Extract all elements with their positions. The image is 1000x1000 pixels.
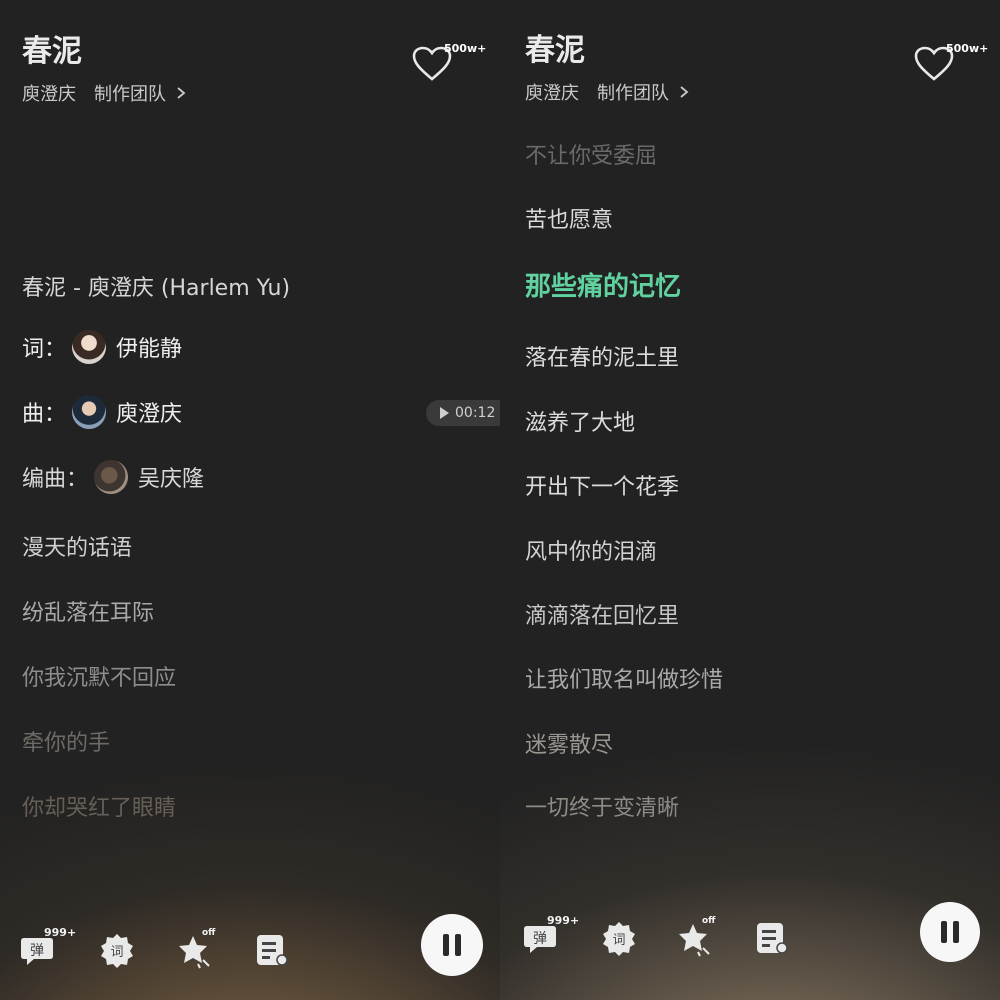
credit-name: 庾澄庆 [116, 402, 183, 427]
lyric-line[interactable]: 纷乱落在耳际 [22, 595, 154, 627]
effect-button[interactable]: off [176, 928, 216, 972]
arranger-credit[interactable]: 编曲： 吴庆隆 [22, 460, 204, 494]
composer-credit[interactable]: 曲： 庾澄庆 [22, 395, 182, 429]
seek-time-badge[interactable]: 00:12 [426, 400, 500, 426]
effect-state: off [202, 928, 216, 938]
lyric-line[interactable]: 牵你的手 [22, 725, 110, 757]
song-title: 春泥 [22, 34, 82, 69]
danmu-label: 弹 [30, 943, 44, 959]
play-icon [440, 407, 449, 419]
pause-button[interactable] [920, 902, 980, 962]
credit-label: 曲： [22, 402, 67, 427]
credit-label: 词： [22, 337, 67, 362]
lyric-style-button[interactable]: 词 [600, 920, 640, 960]
playlist-icon [257, 935, 288, 966]
playlist-icon [757, 923, 788, 954]
song-title: 春泥 [525, 33, 585, 68]
team-link[interactable]: 制作团队 [597, 79, 669, 105]
like-button[interactable]: 500w+ [412, 40, 492, 84]
lyric-line[interactable]: 落在春的泥土里 [525, 340, 679, 372]
lyric-line[interactable]: 让我们取名叫做珍惜 [525, 662, 723, 694]
lyric-line[interactable]: 滋养了大地 [525, 405, 635, 437]
lyrics-panel-left: 春泥 庾澄庆 制作团队 500w+ 春泥 - 庾澄庆 (Harlem Yu) 词… [0, 0, 500, 1000]
pause-icon [455, 934, 461, 956]
playlist-button[interactable] [754, 920, 794, 960]
like-count: 500w+ [946, 42, 989, 55]
playlist-button[interactable] [254, 932, 294, 972]
lyric-style-button[interactable]: 词 [98, 932, 138, 972]
chevron-right-icon [680, 86, 689, 98]
pause-button[interactable] [421, 914, 483, 976]
lyric-line[interactable]: 迷雾散尽 [525, 727, 613, 759]
credit-name: 伊能静 [116, 337, 183, 362]
credit-name: 吴庆隆 [138, 467, 205, 492]
lyric-line[interactable]: 滴滴落在回忆里 [525, 598, 679, 630]
lyric-line[interactable]: 漫天的话语 [22, 530, 132, 562]
lyric-line[interactable]: 苦也愿意 [525, 202, 613, 234]
lyric-line[interactable]: 你却哭红了眼睛 [22, 790, 176, 822]
like-count: 500w+ [444, 42, 487, 55]
avatar[interactable] [72, 395, 107, 429]
song-meta: 庾澄庆 制作团队 [22, 80, 188, 106]
danmu-label: 弹 [533, 931, 547, 947]
credit-label: 编曲： [22, 467, 89, 492]
lyrics-panel-right: 春泥 庾澄庆 制作团队 500w+ 不让你受委屈 苦也愿意 那些痛的记忆 落在春… [500, 0, 1000, 1000]
lyric-line-active[interactable]: 那些痛的记忆 [525, 266, 681, 303]
danmu-button[interactable]: 弹 999+ [523, 914, 579, 960]
lyric-line[interactable]: 一切终于变清晰 [525, 790, 679, 822]
artist-link[interactable]: 庾澄庆 [22, 80, 76, 106]
lyric-line[interactable]: 不让你受委屈 [525, 138, 657, 170]
pause-icon [443, 934, 449, 956]
pause-icon [941, 921, 947, 943]
lyric-style-label: 词 [612, 933, 625, 948]
lyric-line[interactable]: 你我沉默不回应 [22, 660, 176, 692]
seek-time: 00:12 [455, 405, 496, 421]
like-button[interactable]: 500w+ [914, 40, 994, 84]
lyric-line[interactable]: 风中你的泪滴 [525, 534, 657, 566]
danmu-count: 999+ [547, 914, 580, 927]
team-link[interactable]: 制作团队 [94, 80, 166, 106]
effect-button[interactable]: off [676, 916, 716, 960]
lyricist-credit[interactable]: 词： 伊能静 [22, 330, 182, 364]
chevron-right-icon [177, 87, 186, 99]
avatar[interactable] [72, 330, 107, 364]
lyric-line[interactable]: 春泥 - 庾澄庆 (Harlem Yu) [22, 270, 290, 302]
badge-icon: 词 [603, 922, 635, 956]
pause-icon [953, 921, 959, 943]
song-meta: 庾澄庆 制作团队 [525, 79, 691, 105]
avatar[interactable] [94, 460, 129, 494]
artist-link[interactable]: 庾澄庆 [525, 79, 579, 105]
badge-icon: 词 [101, 934, 133, 968]
danmu-button[interactable]: 弹 999+ [20, 926, 76, 972]
danmu-count: 999+ [44, 926, 77, 939]
effect-state: off [702, 916, 716, 926]
lyric-line[interactable]: 开出下一个花季 [525, 469, 679, 501]
lyric-style-label: 词 [110, 945, 123, 960]
